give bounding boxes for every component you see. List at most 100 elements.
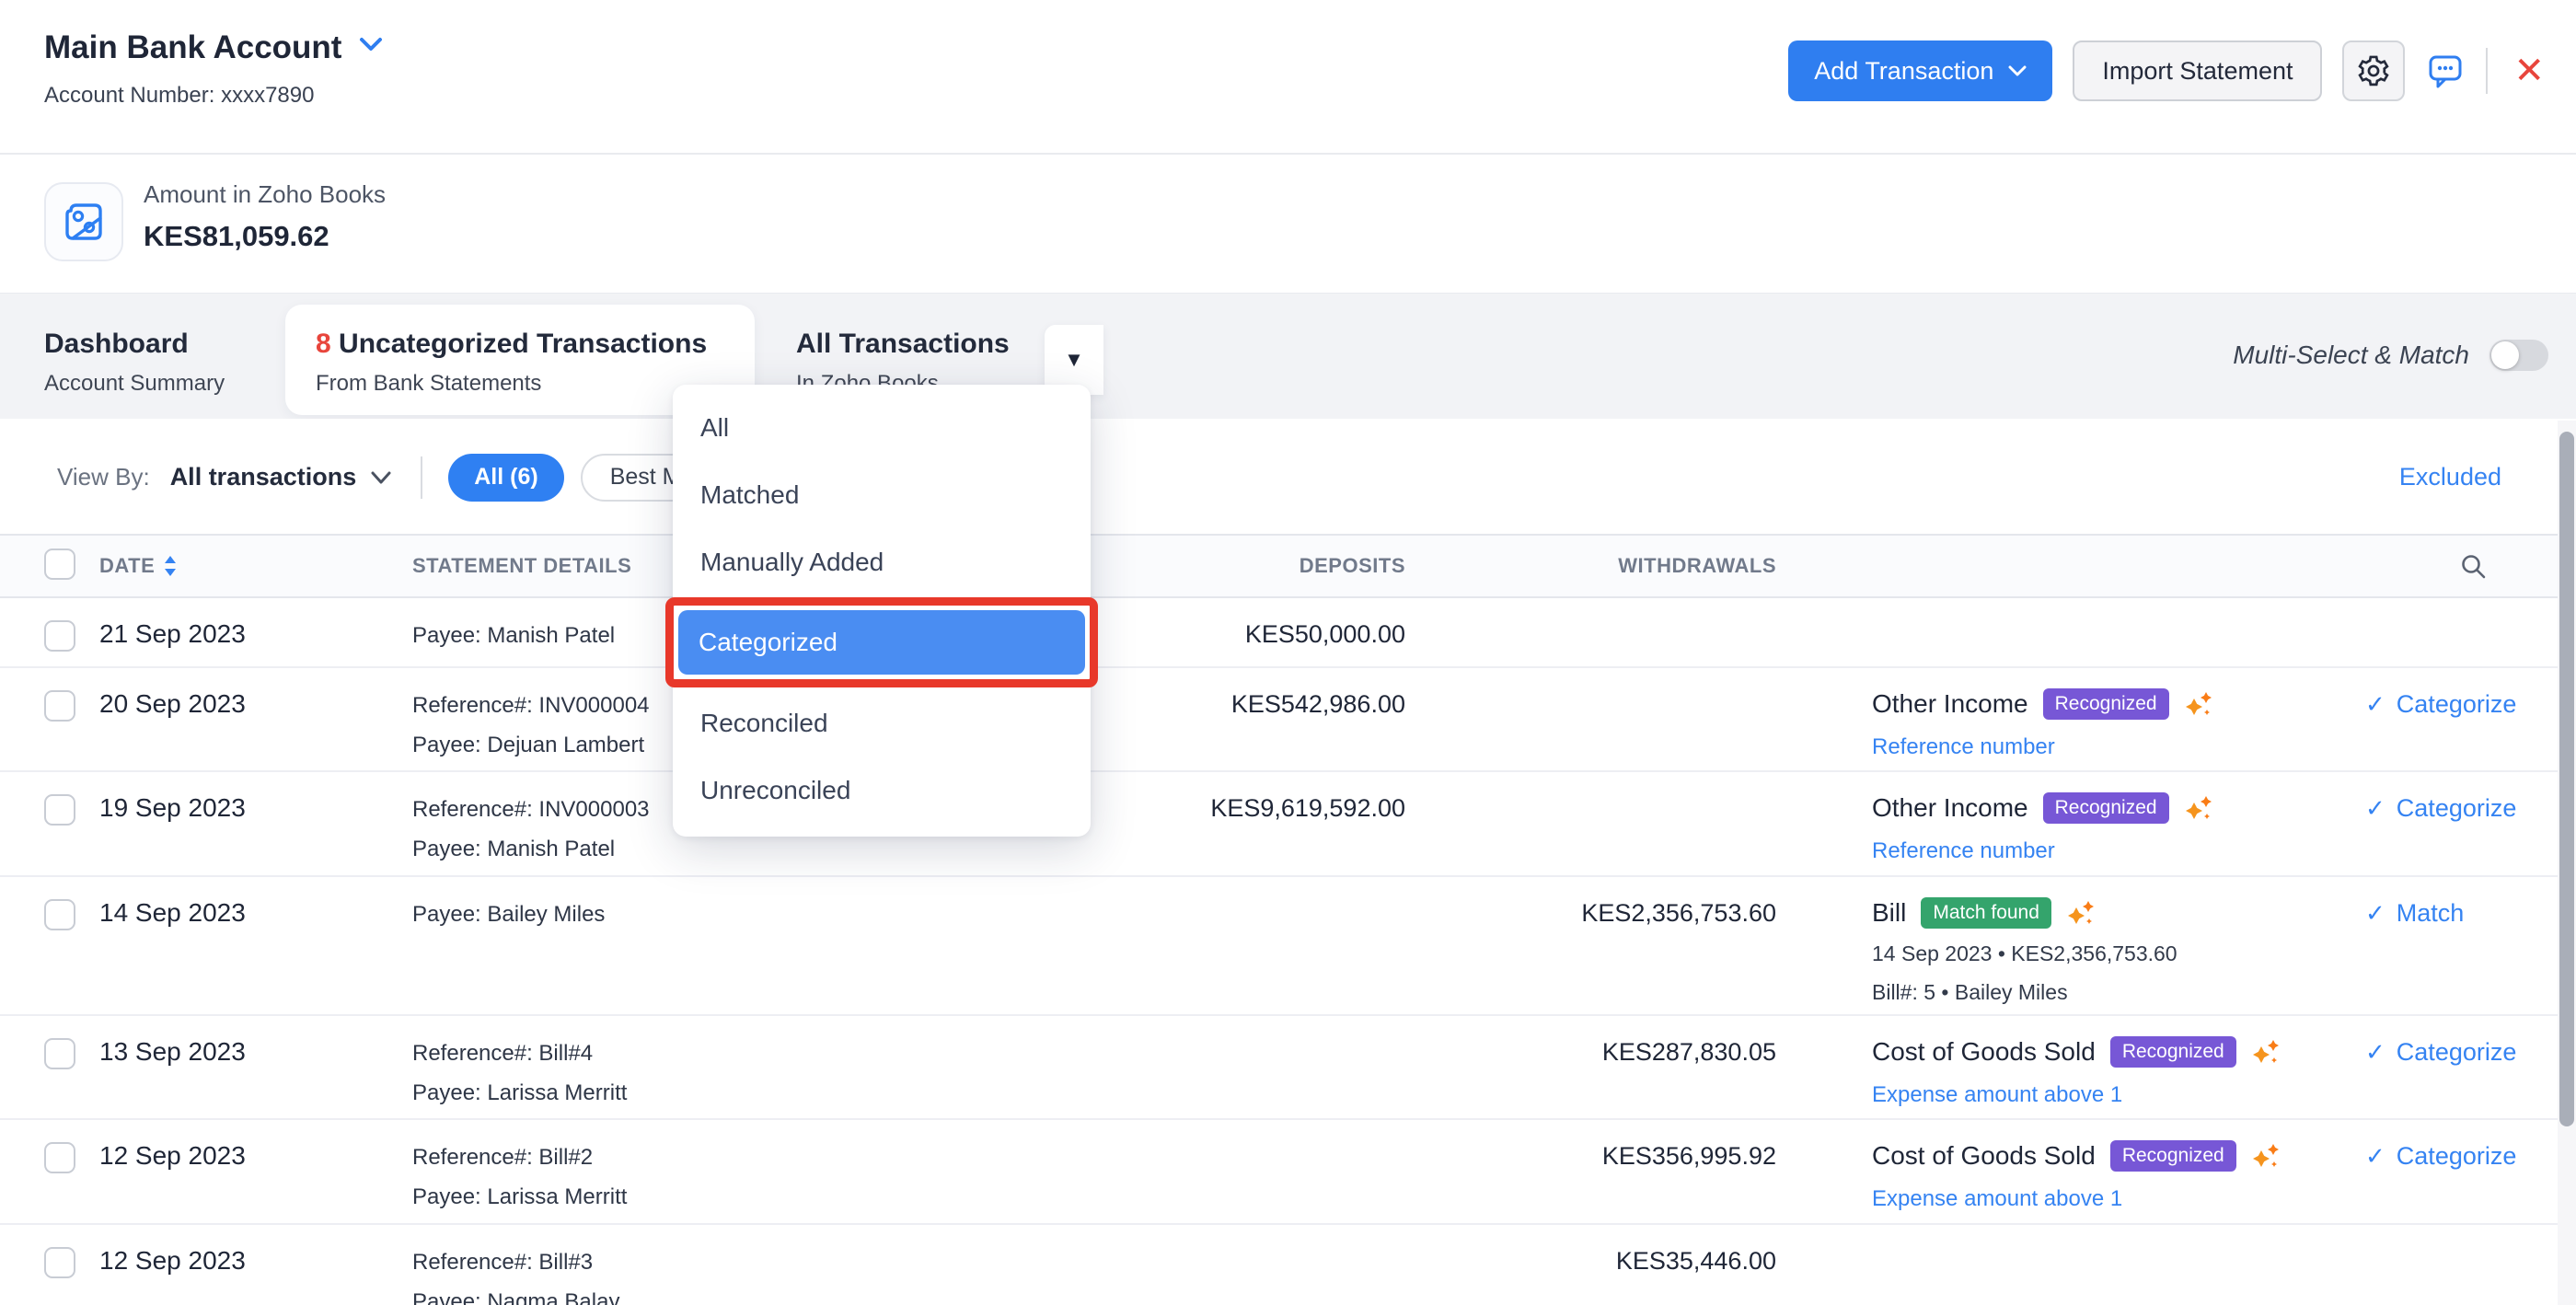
statement-line: Payee: Larissa Merritt bbox=[412, 1184, 628, 1209]
header-actions: Add Transaction Import Statement ✕ bbox=[1788, 40, 2550, 101]
transaction-filter-dropdown: All Matched Manually Added Categorized Recon… bbox=[665, 385, 1098, 837]
deposit-amount bbox=[983, 1225, 1405, 1305]
category-name-line: Cost of Goods Sold Recognized bbox=[1872, 1140, 2356, 1172]
account-switch-chevron-icon[interactable] bbox=[359, 36, 383, 52]
categorize-action-link[interactable]: Categorize bbox=[2365, 1038, 2517, 1067]
category-name: Other Income bbox=[1872, 793, 2028, 822]
row-checkbox[interactable] bbox=[44, 690, 75, 722]
action-cell: Categorize bbox=[2356, 668, 2540, 770]
zoho-books-logo-icon bbox=[65, 203, 102, 240]
category-rule-link[interactable]: Expense amount above 1 bbox=[1872, 1082, 2356, 1108]
chat-bubble-icon bbox=[2429, 55, 2462, 88]
select-all-checkbox[interactable] bbox=[44, 548, 75, 580]
row-checkbox[interactable] bbox=[44, 1142, 75, 1173]
dropdown-item-categorized[interactable]: Categorized bbox=[678, 610, 1085, 675]
category-cell: Cost of Goods Sold Recognized Expense amou… bbox=[1776, 1016, 2356, 1118]
row-checkbox[interactable] bbox=[44, 620, 75, 652]
table-row: 21 Sep 2023 Payee: Manish Patel KES50,000.… bbox=[0, 598, 2576, 668]
ai-sparkle-icon bbox=[2185, 796, 2212, 819]
statement-line: Payee: Manish Patel bbox=[412, 837, 616, 861]
dropdown-item-reconciled[interactable]: Reconciled bbox=[673, 689, 1091, 756]
statement-details: Payee: Bailey Miles bbox=[412, 877, 983, 1014]
categorize-action-link[interactable]: Categorize bbox=[2365, 1142, 2517, 1171]
search-icon[interactable] bbox=[2459, 552, 2487, 580]
header-divider bbox=[2486, 48, 2489, 94]
zoho-books-logo-tile bbox=[44, 182, 123, 261]
amount-label: Amount in Zoho Books bbox=[144, 180, 387, 208]
feedback-button[interactable] bbox=[2425, 51, 2466, 91]
category-cell: Other Income Recognized Reference number bbox=[1776, 772, 2356, 875]
statement-details: Reference#: Bill#3 Payee: Nagma Balay bbox=[412, 1225, 983, 1305]
category-name: Cost of Goods Sold bbox=[1872, 1141, 2096, 1170]
transaction-date: 12 Sep 2023 bbox=[99, 1246, 246, 1275]
tab-dashboard[interactable]: Dashboard Account Summary bbox=[44, 329, 225, 397]
table-row: 19 Sep 2023 Reference#: INV000003 Payee: M… bbox=[0, 772, 2576, 877]
categorize-action-link[interactable]: Categorize bbox=[2365, 794, 2517, 823]
row-checkbox[interactable] bbox=[44, 794, 75, 826]
table-row: 13 Sep 2023 Reference#: Bill#4 Payee: Lari… bbox=[0, 1016, 2576, 1120]
amount-value: KES81,059.62 bbox=[144, 220, 329, 252]
deposit-amount bbox=[983, 1120, 1405, 1223]
category-rule-link[interactable]: Reference number bbox=[1872, 838, 2356, 864]
settings-button[interactable] bbox=[2342, 40, 2406, 101]
filter-row: View By: All transactions All (6) Best M… bbox=[0, 419, 2576, 536]
tab-uncategorized-title: 8 Uncategorized Transactions bbox=[316, 329, 707, 360]
row-checkbox[interactable] bbox=[44, 1247, 75, 1278]
tab-dashboard-title: Dashboard bbox=[44, 329, 189, 359]
statement-line: Reference#: Bill#3 bbox=[412, 1250, 594, 1275]
category-name-line: Other Income Recognized bbox=[1872, 688, 2356, 720]
row-checkbox[interactable] bbox=[44, 899, 75, 930]
category-name: Bill bbox=[1872, 898, 1907, 927]
row-checkbox-cell bbox=[44, 772, 99, 875]
category-rule-link[interactable]: Expense amount above 1 bbox=[1872, 1186, 2356, 1212]
categorize-action-link[interactable]: Categorize bbox=[2365, 690, 2517, 719]
category-status-badge: Recognized bbox=[2109, 1140, 2236, 1172]
dropdown-item-manually-added[interactable]: Manually Added bbox=[673, 528, 1091, 595]
table-header: DATE STATEMENT DETAILS DEPOSITS WITHDRAW… bbox=[0, 536, 2576, 598]
category-name-line: Bill Match found bbox=[1872, 897, 2356, 929]
close-icon[interactable]: ✕ bbox=[2508, 52, 2550, 89]
caret-down-icon: ▼ bbox=[1064, 348, 1084, 371]
dropdown-item-unreconciled[interactable]: Unreconciled bbox=[673, 756, 1091, 824]
category-rule-link[interactable]: Reference number bbox=[1872, 734, 2356, 760]
add-transaction-label: Add Transaction bbox=[1814, 56, 1994, 85]
multi-select-toggle[interactable] bbox=[2489, 340, 2548, 371]
statement-line: Payee: Nagma Balay bbox=[412, 1289, 620, 1305]
row-checkbox[interactable] bbox=[44, 1038, 75, 1069]
import-statement-button[interactable]: Import Statement bbox=[2073, 40, 2323, 101]
statement-line: Reference#: Bill#2 bbox=[412, 1145, 594, 1170]
table-row: 12 Sep 2023 Reference#: Bill#2 Payee: Lari… bbox=[0, 1120, 2576, 1225]
view-by-label: View By: bbox=[57, 463, 150, 491]
page-title: Main Bank Account bbox=[44, 29, 342, 65]
withdrawal-amount bbox=[1405, 598, 1776, 666]
table-row: 20 Sep 2023 Reference#: INV000004 Payee: D… bbox=[0, 668, 2576, 772]
filter-chip-all[interactable]: All (6) bbox=[448, 453, 564, 502]
category-cell bbox=[1776, 598, 2356, 666]
statement-line: Reference#: Bill#4 bbox=[412, 1041, 594, 1066]
category-status-badge: Recognized bbox=[2042, 792, 2169, 824]
date-sort-control[interactable]: DATE bbox=[99, 554, 177, 578]
gear-icon bbox=[2358, 55, 2390, 87]
row-checkbox-cell bbox=[44, 668, 99, 770]
selected-item-annotation: Categorized bbox=[665, 597, 1098, 687]
view-by-value: All transactions bbox=[169, 463, 357, 491]
add-transaction-button[interactable]: Add Transaction bbox=[1788, 40, 2053, 101]
withdrawal-amount bbox=[1405, 668, 1776, 770]
view-by-select[interactable]: All transactions bbox=[170, 463, 392, 491]
action-cell bbox=[2356, 1225, 2540, 1305]
bank-transactions-page: Main Bank Account Account Number: xxxx78… bbox=[0, 0, 2576, 1305]
transaction-date: 21 Sep 2023 bbox=[99, 619, 246, 648]
scrollbar-thumb[interactable] bbox=[2559, 432, 2574, 1126]
category-cell: Cost of Goods Sold Recognized Expense amou… bbox=[1776, 1120, 2356, 1223]
withdrawal-amount: KES35,446.00 bbox=[1615, 1247, 1776, 1275]
dropdown-item-all[interactable]: All bbox=[673, 394, 1091, 461]
ai-sparkle-icon bbox=[2067, 901, 2094, 924]
category-name: Cost of Goods Sold bbox=[1872, 1037, 2096, 1066]
excluded-link[interactable]: Excluded bbox=[2399, 463, 2501, 491]
dropdown-item-matched[interactable]: Matched bbox=[673, 461, 1091, 528]
col-withdrawals-label: WITHDRAWALS bbox=[1618, 554, 1776, 577]
col-date-label: DATE bbox=[99, 554, 156, 577]
row-checkbox-cell bbox=[44, 1016, 99, 1118]
match-action-link[interactable]: Match bbox=[2365, 899, 2465, 928]
scrollbar-track[interactable] bbox=[2558, 421, 2576, 1305]
